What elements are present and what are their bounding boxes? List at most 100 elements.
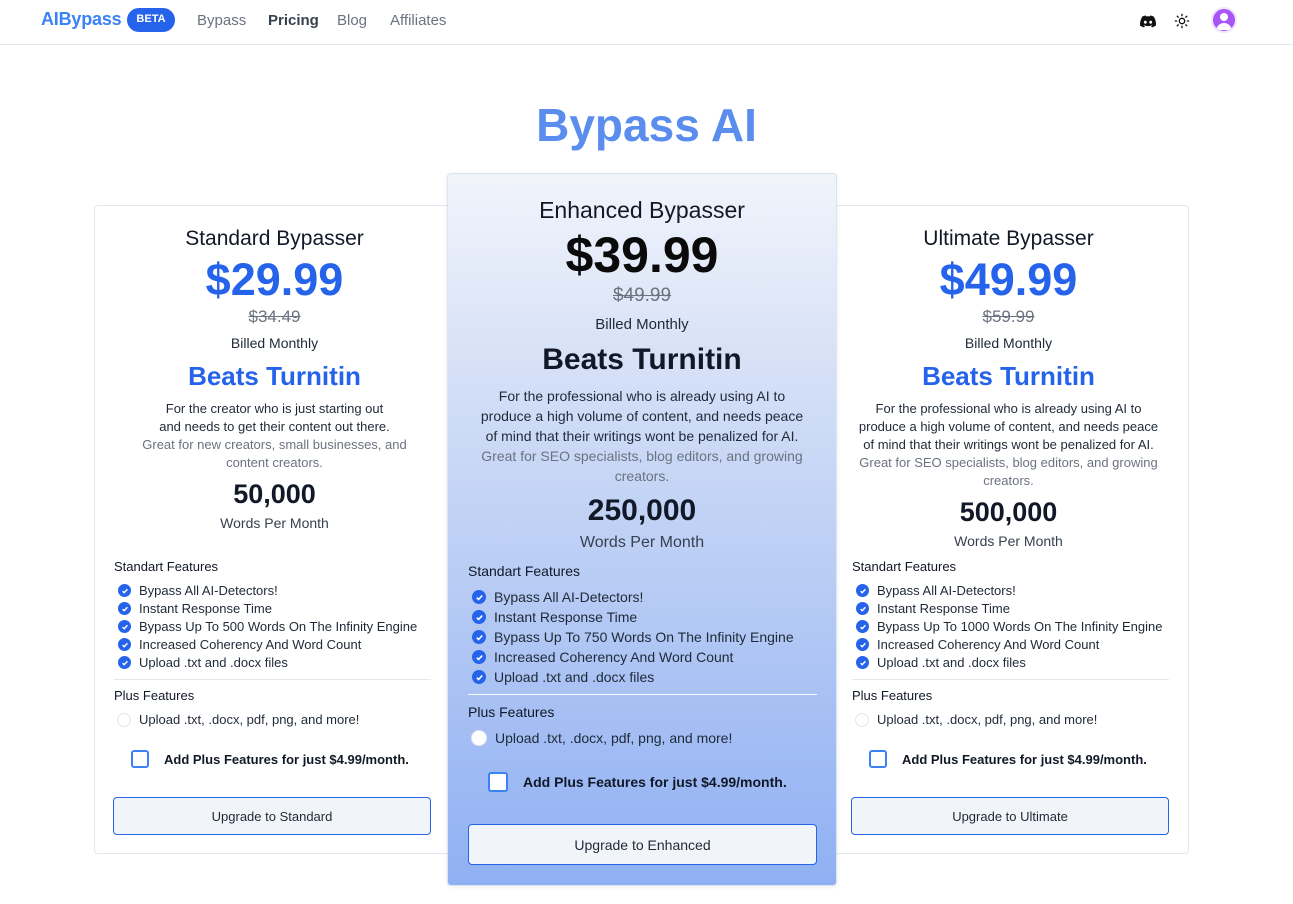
feature-item: Increased Coherency And Word Count xyxy=(856,637,1099,652)
check-icon xyxy=(856,638,869,651)
description-line: and needs to get their content out there… xyxy=(159,419,390,434)
plan-price: $49.99 xyxy=(939,254,1078,305)
feature-item: Bypass Up To 750 Words On The Infinity E… xyxy=(472,629,794,645)
nav-link-bypass[interactable]: Bypass xyxy=(197,12,246,29)
nav-link-pricing[interactable]: Pricing xyxy=(268,12,319,29)
feature-label: Increased Coherency And Word Count xyxy=(494,649,734,665)
plan-tagline: Beats Turnitin xyxy=(188,361,361,391)
description-line: For the professional who is already usin… xyxy=(498,388,786,404)
addon-checkbox[interactable] xyxy=(131,750,149,768)
feature-item: Upload .txt and .docx files xyxy=(118,655,288,670)
description-line: produce a high volume of content, and ne… xyxy=(480,408,804,424)
addon-option[interactable]: Add Plus Features for just $4.99/month. xyxy=(488,772,787,792)
feature-label: Bypass All AI-Detectors! xyxy=(877,583,1016,598)
standard-features-title: Standart Features xyxy=(852,559,957,574)
word-quota: 50,000 xyxy=(233,479,316,509)
check-icon xyxy=(472,670,486,684)
standard-features-title: Standart Features xyxy=(468,563,581,579)
description-line: of mind that their writings wont be pena… xyxy=(863,437,1154,452)
plan-name: Enhanced Bypasser xyxy=(539,197,745,223)
plus-feature-item: Upload .txt, .docx, pdf, png, and more! xyxy=(471,730,732,746)
plan-name: Ultimate Bypasser xyxy=(923,227,1094,250)
upgrade-enhanced-button[interactable]: Upgrade to Enhanced xyxy=(468,824,817,865)
standard-features-title: Standart Features xyxy=(114,559,219,574)
addon-checkbox[interactable] xyxy=(488,772,508,792)
feature-label: Bypass Up To 500 Words On The Infinity E… xyxy=(139,619,418,634)
check-icon xyxy=(472,590,486,604)
feature-label: Upload .txt, .docx, pdf, png, and more! xyxy=(139,712,360,727)
feature-label: Instant Response Time xyxy=(139,601,272,616)
description-line-muted: Great for SEO specialists, blog editors,… xyxy=(481,448,803,464)
feature-label: Bypass All AI-Detectors! xyxy=(139,583,278,598)
check-icon xyxy=(856,620,869,633)
upgrade-standard-button[interactable]: Upgrade to Standard xyxy=(113,797,431,835)
word-quota-label: Words Per Month xyxy=(220,515,329,531)
feature-label: Upload .txt, .docx, pdf, png, and more! xyxy=(495,730,733,746)
feature-label: Bypass Up To 1000 Words On The Infinity … xyxy=(877,619,1163,634)
feature-item: Bypass Up To 1000 Words On The Infinity … xyxy=(856,619,1162,634)
feature-label: Increased Coherency And Word Count xyxy=(877,637,1100,652)
addon-label: Add Plus Features for just $4.99/month. xyxy=(523,774,787,790)
check-icon xyxy=(118,638,131,651)
feature-item: Instant Response Time xyxy=(472,609,637,625)
addon-checkbox[interactable] xyxy=(869,750,887,768)
plus-features-title: Plus Features xyxy=(468,704,555,720)
sun-icon[interactable] xyxy=(1171,10,1193,32)
feature-item: Upload .txt and .docx files xyxy=(472,669,654,685)
check-icon xyxy=(856,584,869,597)
addon-option[interactable]: Add Plus Features for just $4.99/month. xyxy=(869,750,1147,768)
plan-description: For the professional who is already usin… xyxy=(448,386,836,486)
page-title: Bypass AI xyxy=(536,99,757,151)
brand-logo[interactable]: AIBypass xyxy=(41,9,122,30)
addon-label: Add Plus Features for just $4.99/month. xyxy=(164,751,409,767)
feature-item: Bypass All AI-Detectors! xyxy=(118,583,278,598)
description-line: produce a high volume of content, and ne… xyxy=(858,419,1159,434)
plan-description: For the professional who is already usin… xyxy=(829,400,1188,490)
check-icon xyxy=(472,650,486,664)
nav-link-blog[interactable]: Blog xyxy=(337,12,367,29)
plan-tagline: Beats Turnitin xyxy=(542,343,742,376)
check-icon xyxy=(856,602,869,615)
beta-badge: BETA xyxy=(127,8,175,32)
feature-label: Upload .txt and .docx files xyxy=(877,655,1026,670)
plus-features-title: Plus Features xyxy=(852,688,933,703)
billing-period: Billed Monthly xyxy=(230,335,319,351)
discord-icon[interactable] xyxy=(1137,10,1159,32)
radio-indicator xyxy=(855,712,869,727)
description-line: For the creator who is just starting out xyxy=(165,401,384,416)
feature-item: Instant Response Time xyxy=(118,601,272,616)
upgrade-ultimate-button[interactable]: Upgrade to Ultimate xyxy=(851,797,1169,835)
check-icon xyxy=(118,602,131,615)
addon-option[interactable]: Add Plus Features for just $4.99/month. xyxy=(131,750,409,768)
billing-period: Billed Monthly xyxy=(964,335,1053,351)
check-icon xyxy=(118,584,131,597)
feature-item: Increased Coherency And Word Count xyxy=(118,637,361,652)
divider xyxy=(852,679,1169,680)
check-icon xyxy=(118,620,131,633)
description-line-muted: Great for new creators, small businesses… xyxy=(142,437,407,452)
check-icon xyxy=(118,656,131,669)
feature-label: Bypass Up To 750 Words On The Infinity E… xyxy=(494,629,794,645)
user-avatar-icon[interactable] xyxy=(1211,7,1237,33)
word-quota-label: Words Per Month xyxy=(579,534,705,551)
feature-label: Upload .txt and .docx files xyxy=(139,655,288,670)
feature-label: Upload .txt and .docx files xyxy=(494,669,655,685)
description-line: of mind that their writings wont be pena… xyxy=(485,428,799,444)
feature-item: Bypass All AI-Detectors! xyxy=(472,589,643,605)
feature-item: Upload .txt and .docx files xyxy=(856,655,1026,670)
feature-label: Increased Coherency And Word Count xyxy=(139,637,362,652)
plus-feature-item: Upload .txt, .docx, pdf, png, and more! xyxy=(117,712,359,727)
word-quota: 250,000 xyxy=(587,494,697,527)
plan-card-standard: Standard Bypasser $29.99 $34.49 Billed M… xyxy=(94,205,454,854)
plan-old-price: $34.49 xyxy=(248,307,301,326)
feature-item: Instant Response Time xyxy=(856,601,1010,616)
plan-card-ultimate: Ultimate Bypasser $49.99 $59.99 Billed M… xyxy=(829,205,1189,854)
feature-label: Bypass All AI-Detectors! xyxy=(494,589,644,605)
description-line: For the professional who is already usin… xyxy=(875,401,1142,416)
word-quota-label: Words Per Month xyxy=(954,533,1063,549)
feature-item: Increased Coherency And Word Count xyxy=(472,649,733,665)
nav-link-affiliates[interactable]: Affiliates xyxy=(390,12,446,29)
feature-item: Bypass Up To 500 Words On The Infinity E… xyxy=(118,619,417,634)
top-navbar: AIBypass BETA Bypass Pricing Blog Affili… xyxy=(0,0,1293,45)
divider xyxy=(468,694,817,695)
